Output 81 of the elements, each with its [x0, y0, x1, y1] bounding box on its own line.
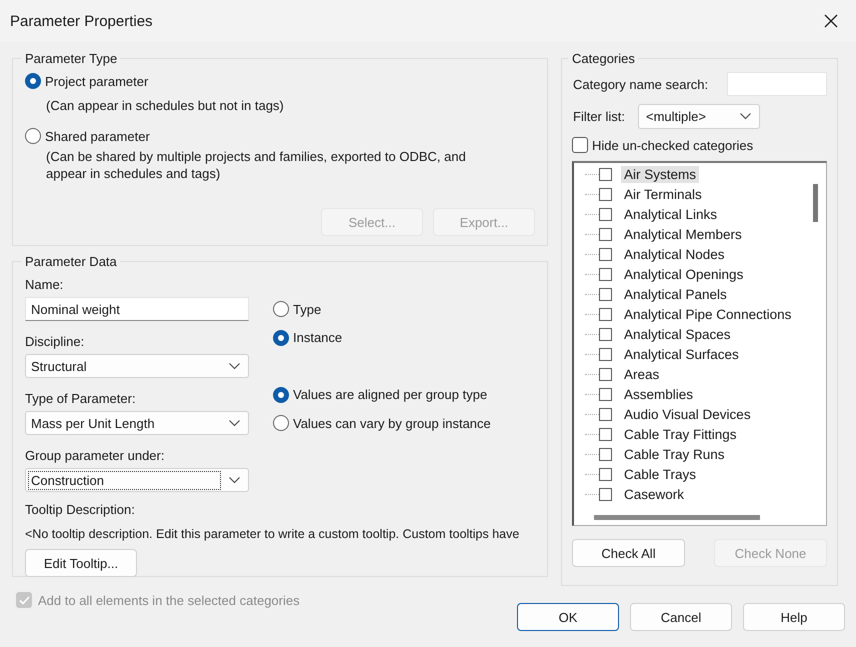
dialog-button[interactable]: Check All: [572, 539, 685, 567]
group-title: Parameter Data: [24, 254, 118, 269]
radio-label[interactable]: Shared parameter: [45, 128, 150, 144]
close-icon[interactable]: [824, 14, 838, 28]
checkbox[interactable]: [599, 348, 612, 360]
checkbox[interactable]: [599, 388, 612, 400]
checkbox[interactable]: [599, 288, 612, 300]
checkbox[interactable]: [599, 468, 612, 480]
field-label: Discipline:: [25, 334, 86, 350]
category-item[interactable]: Air Systems: [621, 166, 700, 182]
radio-button[interactable]: [25, 128, 41, 144]
radio-label[interactable]: Values can vary by group instance: [293, 416, 491, 430]
radio-label[interactable]: Instance: [293, 330, 342, 345]
checkbox[interactable]: [599, 208, 612, 220]
category-item[interactable]: Analytical Spaces: [621, 326, 734, 342]
field-label: Type of Parameter:: [25, 391, 137, 407]
name-input-field[interactable]: Nominal weight: [25, 297, 249, 321]
category-item[interactable]: Air Terminals: [621, 186, 705, 202]
radio-label[interactable]: Values are aligned per group type: [293, 387, 488, 402]
radio-button[interactable]: [25, 73, 41, 89]
category-item[interactable]: Analytical Nodes: [621, 246, 728, 262]
checkbox[interactable]: [599, 428, 612, 440]
checkbox[interactable]: [599, 228, 612, 240]
checkbox[interactable]: [599, 188, 612, 200]
category-item[interactable]: Analytical Panels: [621, 286, 730, 302]
checkbox[interactable]: [599, 248, 612, 260]
dialog-button[interactable]: OK: [517, 603, 619, 631]
field-label: Filter list:: [573, 109, 625, 124]
category-item[interactable]: Areas: [621, 366, 662, 382]
edit-tooltip-button[interactable]: Edit Tooltip...: [25, 549, 137, 577]
category-item[interactable]: Cable Tray Runs: [621, 446, 728, 462]
radio-label[interactable]: Project parameter: [45, 74, 148, 88]
tooltip-description: <No tooltip description. Edit this parameter to write a custom tooltip. Custom tooltips have: [25, 527, 520, 541]
category-item[interactable]: Analytical Links: [621, 206, 720, 222]
category-item[interactable]: Analytical Openings: [621, 266, 746, 282]
option-description: (Can be shared by multiple projects and families, exported to ODBC, and appear in schedules and tags): [46, 148, 467, 182]
field-label: Category name search:: [573, 76, 708, 92]
field-label: Group parameter under:: [25, 448, 166, 464]
category-item[interactable]: Analytical Members: [621, 226, 745, 242]
category-item[interactable]: Cable Tray Fittings: [621, 426, 740, 442]
group-title: Parameter Type: [24, 51, 118, 66]
checkbox[interactable]: [599, 308, 612, 320]
dropdown[interactable]: Mass per Unit Length: [25, 411, 249, 435]
window-title: Parameter Properties: [10, 12, 153, 30]
tooltip-label: Tooltip Description:: [25, 502, 136, 517]
checkbox-label[interactable]: Hide un-checked categories: [592, 138, 754, 152]
radio-button[interactable]: [273, 330, 289, 346]
category-item[interactable]: Analytical Surfaces: [621, 346, 742, 362]
field-label: Name:: [25, 277, 64, 293]
checkbox[interactable]: [599, 368, 612, 380]
search-field[interactable]: [727, 72, 827, 96]
checkbox[interactable]: [599, 268, 612, 280]
checkbox[interactable]: [599, 168, 612, 180]
checkmark-icon: [18, 596, 30, 604]
checkbox[interactable]: [599, 488, 612, 500]
category-item[interactable]: Assemblies: [621, 386, 696, 402]
checkbox[interactable]: [599, 408, 612, 420]
group-title: Categories: [571, 51, 636, 66]
radio-button[interactable]: [273, 301, 289, 317]
option-description: (Can appear in schedules but not in tags): [46, 97, 285, 114]
checkbox[interactable]: [599, 328, 612, 340]
category-item[interactable]: Cable Trays: [621, 466, 700, 482]
dropdown[interactable]: Construction: [25, 468, 249, 492]
checkbox[interactable]: [572, 137, 588, 153]
dialog-button[interactable]: Cancel: [630, 603, 732, 631]
dropdown[interactable]: Structural: [25, 354, 249, 378]
category-item[interactable]: Casework: [621, 486, 688, 502]
radio-button[interactable]: [273, 386, 289, 402]
dialog-button[interactable]: Help: [743, 603, 845, 631]
chevron-down-icon: [229, 476, 240, 484]
chevron-down-icon: [740, 113, 751, 120]
radio-button[interactable]: [273, 415, 289, 431]
checkbox[interactable]: [599, 448, 612, 460]
category-item[interactable]: Audio Visual Devices: [621, 406, 754, 422]
scrollbar-thumb[interactable]: [594, 515, 760, 520]
filter-dropdown[interactable]: <multiple>: [638, 104, 760, 129]
scrollbar-thumb[interactable]: [813, 184, 818, 222]
category-item[interactable]: Analytical Pipe Connections: [621, 306, 794, 322]
radio-label[interactable]: Type: [293, 302, 322, 316]
chevron-down-icon: [229, 420, 240, 426]
chevron-down-icon: [229, 362, 240, 370]
